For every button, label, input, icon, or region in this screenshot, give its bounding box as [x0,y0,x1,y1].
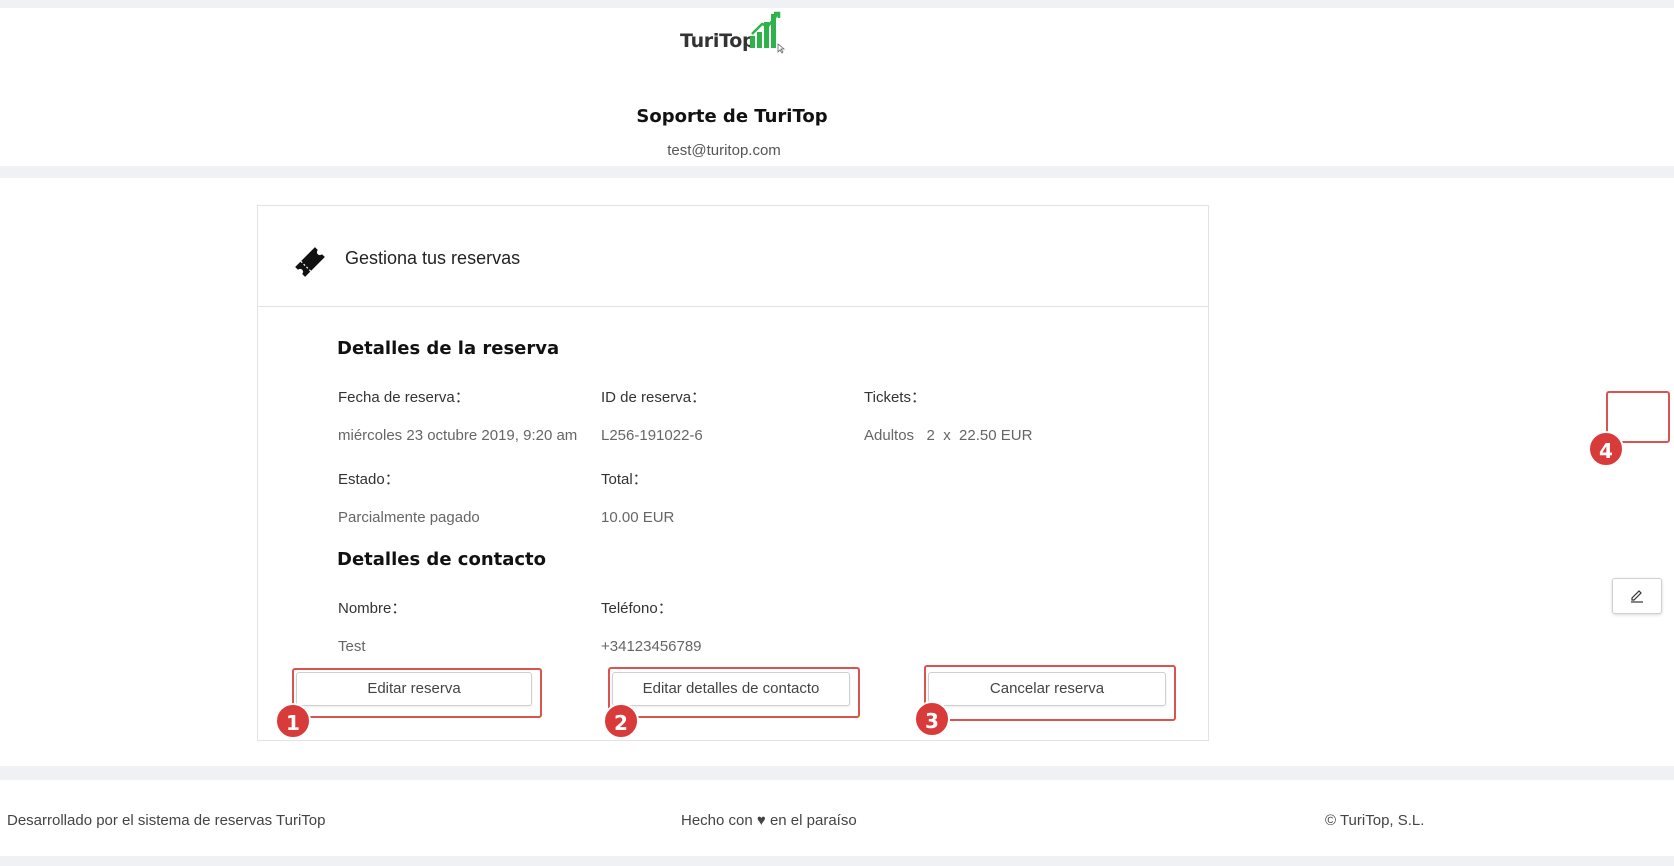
phone-value: +34123456789 [601,638,702,655]
total-value: 10.00 EUR [601,509,675,526]
booking-date-value: miércoles 23 octubre 2019, 9:20 am [338,427,578,444]
logo-bars-icon [750,11,786,54]
turitop-logo[interactable]: TuriTop [680,10,790,54]
highlight-cancel-booking [924,665,1176,721]
site-footer: Desarrollado por el sistema de reservas … [0,780,1674,856]
logo-text: TuriTop [680,30,756,52]
edit-page-button[interactable] [1612,578,1662,614]
pencil-icon [1631,590,1643,603]
annotation-badge-3: 3 [914,701,950,737]
status-label: Estado： [338,471,400,488]
booking-id-value: L256-191022-6 [601,427,703,444]
site-email[interactable]: test@turitop.com [0,142,1448,159]
annotation-badge-2: 2 [603,703,639,739]
card-title: Gestiona tus reservas [345,248,521,268]
booking-details-title: Detalles de la reserva [337,338,560,359]
footer-powered-by[interactable]: Desarrollado por el sistema de reservas … [7,812,325,829]
site-header: TuriTop Soporte de TuriTop test@turitop.… [0,8,1674,166]
card-header: Gestiona tus reservas [258,206,1208,307]
site-title: Soporte de TuriTop [636,106,828,127]
footer-copyright: © TuriTop, S.L. [1325,812,1425,829]
tickets-value: Adultos 2 x 22.50 EUR [864,427,1033,444]
ticket-icon [295,247,325,277]
booking-date-label: Fecha de reserva： [338,389,470,406]
booking-card: Gestiona tus reservas Detalles de la res… [257,205,1209,741]
name-label: Nombre： [338,600,407,617]
booking-id-label: ID de reserva： [601,389,707,406]
annotation-badge-4: 4 [1588,431,1624,467]
phone-label: Teléfono： [601,600,673,617]
status-value: Parcialmente pagado [338,509,480,526]
highlight-edit-booking [292,668,542,718]
contact-details-title: Detalles de contacto [337,549,547,570]
name-value: Test [338,638,366,655]
tickets-label: Tickets： [864,389,926,406]
annotation-badge-1: 1 [275,703,311,739]
highlight-edit-contact [608,667,860,718]
total-label: Total： [601,471,648,488]
footer-made-with: Hecho con ♥ en el paraíso [681,812,857,829]
